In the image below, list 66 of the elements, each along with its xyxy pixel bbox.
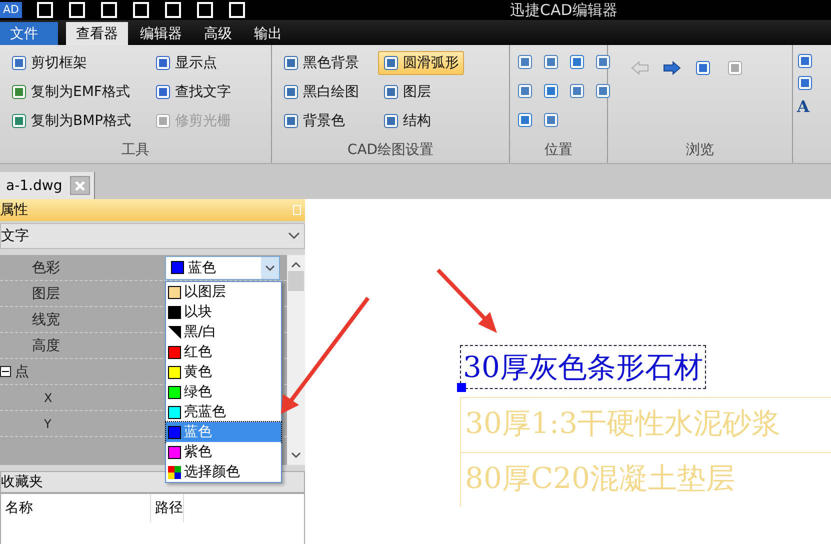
window-title: 迅捷CAD编辑器 xyxy=(510,0,618,20)
property-name: 线宽 xyxy=(32,310,60,328)
object-type-dropdown[interactable]: 文字 xyxy=(0,223,305,249)
app-logo[interactable]: AD xyxy=(0,2,22,18)
close-icon xyxy=(75,180,86,190)
column-header[interactable]: 名称 xyxy=(1,494,151,522)
group-label: CAD绘图设置 xyxy=(346,141,435,160)
column-header[interactable]: 路径 xyxy=(151,494,184,522)
grip-handle[interactable] xyxy=(457,383,466,392)
group-label: 位置 xyxy=(544,141,574,160)
ribbon-button[interactable]: 黑白绘图 xyxy=(278,80,364,104)
color-option[interactable]: 绿色 xyxy=(166,382,281,402)
property-name: 点 xyxy=(15,362,29,380)
text-tool-button[interactable]: A xyxy=(797,97,827,116)
color-option[interactable]: 以图层 xyxy=(166,282,281,302)
scrollbar-thumb[interactable] xyxy=(288,271,304,291)
color-option[interactable]: 亮蓝色 xyxy=(166,402,281,422)
file-menu[interactable]: 文件 xyxy=(0,22,58,45)
drawing-text: 80厚C20混凝土垫层 xyxy=(460,452,831,507)
color-option[interactable]: 红色 xyxy=(166,342,281,362)
group-label: 工具 xyxy=(120,141,150,160)
collapse-toggle[interactable] xyxy=(0,366,11,377)
ribbon-button[interactable]: 黑色背景 xyxy=(278,51,364,75)
ribbon-button[interactable]: 查找文字 xyxy=(150,80,236,104)
ribbon-button[interactable]: 复制为BMP格式 xyxy=(6,109,136,133)
ribbon-tab[interactable]: 查看器 xyxy=(66,22,128,45)
ribbon-button[interactable]: 结构 xyxy=(378,109,464,133)
chevron-down-icon xyxy=(288,232,300,240)
chevron-down-icon xyxy=(291,451,301,459)
annotation-arrow xyxy=(436,268,497,333)
panel-title: 收藏夹 xyxy=(1,473,43,491)
multicolor-icon xyxy=(168,466,181,478)
ribbon-button[interactable]: 背景色 xyxy=(278,109,364,133)
ribbon-button[interactable]: 剪切框架 xyxy=(6,51,136,75)
split-swatch-icon xyxy=(168,326,181,338)
document-tab[interactable]: a-1.dwg xyxy=(0,172,96,199)
drawing-text: 30厚1:3干硬性水泥砂浆 xyxy=(460,397,831,452)
arrow-icon xyxy=(631,61,649,75)
chevron-up-icon xyxy=(291,261,301,269)
ribbon-button[interactable]: 图层 xyxy=(378,80,464,104)
close-button[interactable] xyxy=(70,176,90,195)
ribbon-button[interactable]: 显示点 xyxy=(150,51,236,75)
property-name: 色彩 xyxy=(32,258,60,276)
group-label: 浏览 xyxy=(685,141,715,160)
panel-title: 属性 xyxy=(0,201,28,219)
arrow-icon xyxy=(663,61,681,75)
scrollbar[interactable] xyxy=(287,255,305,465)
ribbon-button[interactable]: 复制为EMF格式 xyxy=(6,80,136,104)
chevron-down-icon xyxy=(265,264,275,270)
color-option[interactable]: 黄色 xyxy=(166,362,281,382)
ribbon-button[interactable]: 圆滑弧形 xyxy=(378,51,464,75)
color-option[interactable]: 紫色 xyxy=(166,442,281,462)
tab-label: a-1.dwg xyxy=(6,178,62,194)
property-row[interactable]: 色彩 蓝色 xyxy=(0,255,287,281)
ribbon-tab[interactable]: 高级 xyxy=(194,22,242,45)
ribbon-tab[interactable]: 输出 xyxy=(244,22,292,45)
color-combo[interactable]: 蓝色 xyxy=(165,256,280,280)
drawing-text: 30厚灰色条形石材 xyxy=(460,345,706,389)
color-option[interactable]: 选择颜色 xyxy=(166,462,281,482)
color-option[interactable]: 以块 xyxy=(166,302,281,322)
property-name: X xyxy=(44,390,52,404)
property-name: 高度 xyxy=(32,336,60,354)
color-option[interactable]: 黑/白 xyxy=(166,322,281,342)
property-name: 图层 xyxy=(32,284,60,302)
property-name: Y xyxy=(44,416,52,430)
ribbon-tab[interactable]: 编辑器 xyxy=(130,22,192,45)
